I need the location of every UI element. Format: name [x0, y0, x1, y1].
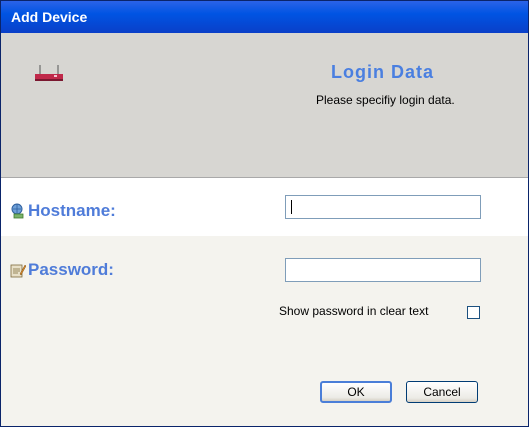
- password-input[interactable]: [285, 258, 481, 282]
- hostname-input[interactable]: [285, 195, 481, 219]
- hostname-icon: [11, 203, 24, 219]
- hostname-label: Hostname:: [28, 201, 116, 220]
- header-subtitle: Please specifiy login data.: [316, 93, 455, 107]
- dialog-header: Login Data Please specifiy login data.: [1, 33, 528, 178]
- password-icon: [10, 264, 26, 278]
- add-device-dialog: Add Device Login Data Please specifiy lo…: [0, 0, 529, 427]
- text-caret: [291, 200, 292, 214]
- header-title: Login Data: [331, 62, 434, 82]
- show-password-label: Show password in clear text: [279, 304, 429, 318]
- title-bar[interactable]: Add Device: [1, 1, 528, 33]
- hostname-row: Hostname:: [1, 178, 528, 236]
- cancel-button[interactable]: Cancel: [406, 381, 478, 403]
- window-title: Add Device: [11, 9, 88, 25]
- router-icon: [35, 65, 63, 81]
- password-label: Password:: [28, 260, 114, 279]
- ok-button[interactable]: OK: [320, 381, 392, 403]
- show-password-checkbox[interactable]: [467, 306, 480, 319]
- password-row: Password: Show password in clear text OK…: [1, 236, 528, 426]
